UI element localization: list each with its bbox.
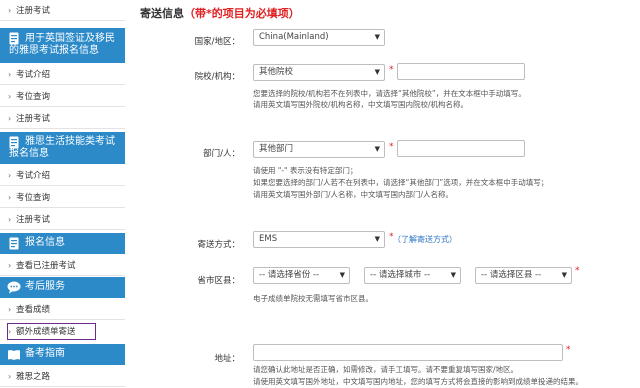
shipping-label: 寄送方式：: [197, 240, 240, 250]
required-star: *: [389, 142, 394, 152]
sidebar-header-registration[interactable]: 报名信息: [0, 233, 125, 254]
sidebar-item-register-exam[interactable]: › 注册考试: [0, 0, 125, 21]
sidebar-header-ukvi[interactable]: 用于英国签证及移民的雅思考试报名信息: [0, 28, 125, 63]
caret-down-icon: ▼: [374, 33, 380, 41]
caret-down-icon: ▼: [374, 235, 380, 243]
caret-down-icon: ▼: [374, 145, 380, 153]
sidebar-header-post-exam[interactable]: 考后服务: [0, 277, 125, 298]
department-hint-1: 请使用 "-" 表示没有特定部门；: [253, 166, 358, 175]
institution-hint-2: 请用英文填写国外院校/机构名称，中文填写国内院校/机构名称。: [253, 100, 469, 109]
sidebar-item-view-scores[interactable]: › 查看成绩: [0, 299, 125, 320]
required-star: *: [389, 65, 394, 75]
caret-down-icon: ▼: [339, 271, 345, 279]
document-icon: [6, 236, 21, 251]
shipping-info-link[interactable]: （了解寄送方式）: [393, 234, 457, 245]
department-hint-2: 如果您要选择的部门/人若不在列表中，请选择“其他部门”选项，并在文本框中手动填写…: [253, 178, 549, 187]
shipping-select[interactable]: EMS ▼: [253, 231, 385, 248]
chevron-right-icon: ›: [8, 193, 12, 202]
chevron-right-icon: ›: [8, 305, 12, 314]
required-star: *: [566, 345, 571, 355]
address-hint-1: 请您确认此地址是否正确，如需修改，请手工填写。请不要重复填写国家/地区。: [253, 365, 519, 374]
department-label: 部门/人：: [203, 149, 240, 159]
caret-down-icon: ▼: [374, 68, 380, 76]
sidebar-item-ielts-path[interactable]: › 雅思之路: [0, 366, 125, 387]
department-select[interactable]: 其他部门 ▼: [253, 141, 385, 158]
caret-down-icon: ▼: [450, 271, 456, 279]
caret-down-icon: ▼: [561, 271, 567, 279]
institution-select[interactable]: 其他院校 ▼: [253, 64, 385, 81]
chevron-right-icon: ›: [8, 92, 12, 101]
region-hint: 电子成绩单院校无需填写省市区县。: [253, 294, 373, 303]
sidebar-item-view-registered[interactable]: › 查看已注册考试: [0, 255, 125, 276]
region-label: 省市区县：: [197, 276, 240, 286]
sidebar-item-seat-query-2[interactable]: › 考位查询: [0, 187, 125, 208]
chevron-right-icon: ›: [8, 215, 12, 224]
sidebar-item-extra-transcript[interactable]: › 额外成绩单寄送: [0, 321, 125, 342]
chevron-right-icon: ›: [8, 372, 12, 381]
institution-hint-1: 您要选择的院校/机构若不在列表中，请选择“其他院校”，并在文本框中手动填写。: [253, 89, 526, 98]
sidebar-item-seat-query[interactable]: › 考位查询: [0, 86, 125, 107]
sidebar-item-register-exam-3[interactable]: › 注册考试: [0, 209, 125, 230]
chat-bubble-icon: [6, 280, 21, 295]
active-item-outline: [7, 323, 96, 340]
city-select[interactable]: -- 请选择城市 -- ▼: [364, 267, 461, 284]
address-hint-2: 请使用英文填写国外地址，中文填写国内地址，您的填写方式将会直接的影响到成绩单投递…: [253, 377, 583, 386]
sidebar-item-register-exam-2[interactable]: › 注册考试: [0, 108, 125, 129]
sidebar: › 注册考试 用于英国签证及移民的雅思考试报名信息 › 考试介绍 › 考位查询 › 注册…: [0, 0, 125, 388]
department-input[interactable]: [397, 140, 525, 157]
required-star: *: [575, 266, 580, 276]
chevron-right-icon: ›: [8, 6, 12, 15]
department-hint-3: 请用英文填写国外部门/人名称，中文填写国内部门/人名称。: [253, 190, 454, 199]
sidebar-item-exam-intro[interactable]: › 考试介绍: [0, 64, 125, 85]
district-select[interactable]: -- 请选择区县 -- ▼: [475, 267, 572, 284]
chevron-right-icon: ›: [8, 171, 12, 180]
institution-input[interactable]: [397, 63, 525, 80]
country-select[interactable]: China(Mainland) ▼: [253, 29, 385, 46]
address-input[interactable]: [253, 344, 563, 361]
country-label: 国家/地区：: [194, 37, 240, 47]
sidebar-item-exam-intro-2[interactable]: › 考试介绍: [0, 165, 125, 186]
sidebar-header-prep-guide[interactable]: 备考指南: [0, 344, 125, 365]
institution-label: 院校/机构：: [194, 72, 240, 82]
chevron-right-icon: ›: [8, 70, 12, 79]
shipping-form: 寄送信息（带*的项目为必填项） 国家/地区： China(Mainland) ▼…: [125, 0, 640, 388]
sidebar-header-life-skills[interactable]: 雅思生活技能类考试报名信息: [0, 132, 125, 164]
province-select[interactable]: -- 请选择省份 -- ▼: [253, 267, 350, 284]
chevron-right-icon: ›: [8, 261, 12, 270]
required-note: （带*的项目为必填项）: [184, 7, 300, 20]
section-title: 寄送信息（带*的项目为必填项）: [140, 7, 300, 20]
chevron-right-icon: ›: [8, 114, 12, 123]
book-icon: [6, 347, 21, 362]
address-label: 地址：: [214, 354, 240, 364]
